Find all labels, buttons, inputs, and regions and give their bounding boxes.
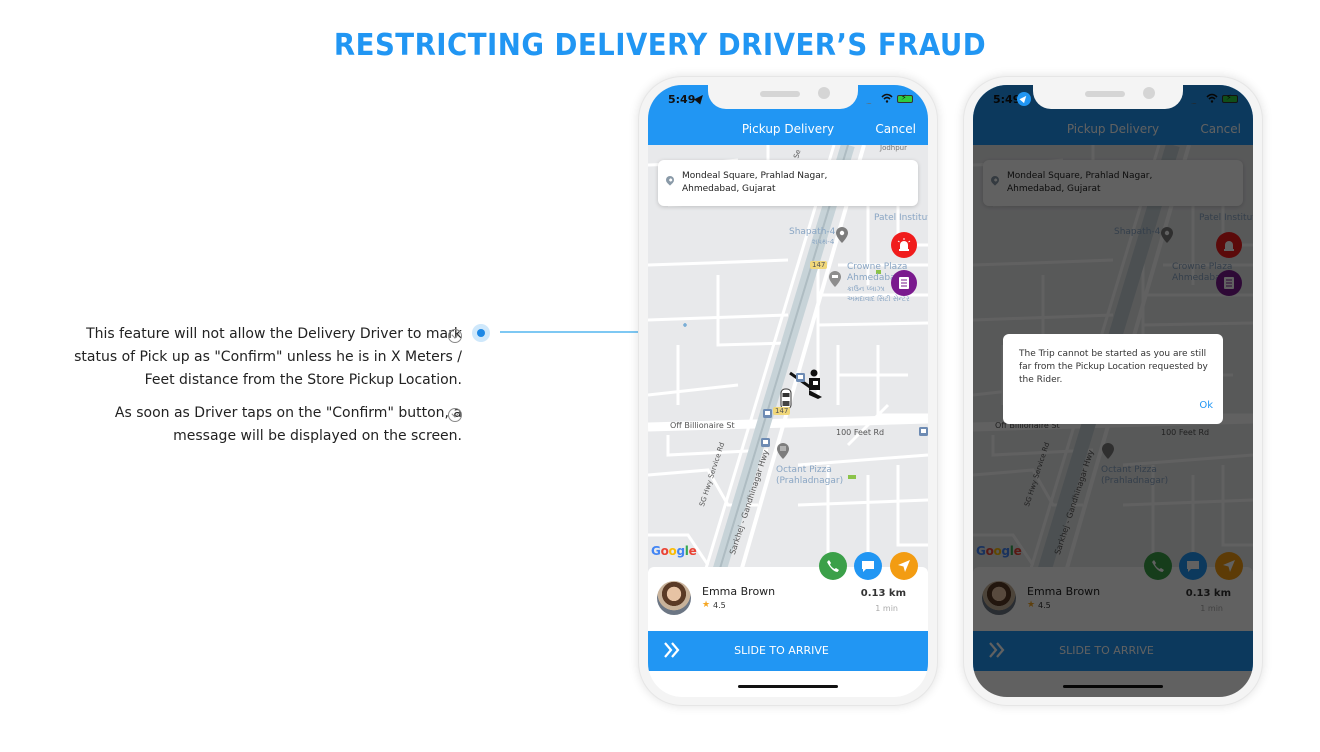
description-line: As soon as Driver taps on the "Confirm" …: [114, 405, 462, 421]
check-circle-icon: [448, 408, 462, 422]
page-title: RESTRICTING DELIVERY DRIVER’S FRAUD: [333, 28, 987, 63]
map-poi-label: (Prahladnagar): [776, 476, 844, 486]
feature-description-2: As soon as Driver taps on the "Confirm" …: [115, 402, 462, 448]
route-badge: 147: [773, 407, 791, 415]
bus-stop-icon: [919, 427, 928, 436]
eta-value: 1 min: [875, 604, 898, 613]
description-line: Feet distance from the Store Pickup Loca…: [144, 372, 462, 388]
bus-stop-icon: [796, 373, 805, 382]
ok-button[interactable]: Ok: [1199, 400, 1213, 411]
delivery-driver-icon: [789, 369, 822, 399]
callout-dot-icon: [472, 324, 490, 342]
hotel-pin-icon: [829, 271, 841, 287]
chat-button[interactable]: [854, 552, 882, 580]
phone-mockup-alert: 5:49 .... Pickup Delivery Cancel: [963, 76, 1263, 706]
phone-screen: 5:49 .... Pickup Delivery Cancel: [973, 85, 1253, 697]
alert-dialog: The Trip cannot be started as you are st…: [1003, 334, 1223, 424]
callout-connector-line: [500, 331, 638, 333]
navigate-button[interactable]: [890, 552, 918, 580]
home-indicator: [738, 685, 838, 688]
check-circle-icon: [448, 329, 462, 343]
rider-name: Emma Brown: [702, 585, 776, 598]
description-line: status of Pick up as "Confirm" unless he…: [74, 349, 462, 365]
status-time: 5:49: [668, 93, 696, 106]
pickup-address-card[interactable]: Mondeal Square, Prahlad Nagar, Ahmedabad…: [658, 160, 918, 206]
location-arrow-icon: [694, 92, 706, 105]
bus-stop-icon: [761, 438, 770, 447]
location-arrow-icon: [1017, 92, 1031, 106]
nav-bar: Pickup Delivery Cancel: [648, 115, 928, 145]
clipboard-icon: [899, 277, 909, 289]
wifi-icon: [881, 93, 893, 103]
restaurant-pin-icon: [777, 443, 789, 459]
map-poi-label: શપથ-4: [812, 238, 835, 246]
alert-message: The Trip cannot be started as you are st…: [1019, 349, 1208, 385]
map-poi-label: Shapath-4: [789, 227, 836, 237]
map-pin-icon: [836, 227, 848, 243]
distance-value: 0.13 km: [860, 588, 906, 599]
address-line-2: Ahmedabad, Gujarat: [682, 184, 776, 194]
street-label: Off Billionaire St: [670, 421, 735, 430]
star-icon: ★: [702, 600, 711, 610]
bottom-area: [648, 671, 928, 697]
siren-icon: [897, 238, 911, 251]
map-poi-label: Patel Institute: [874, 213, 928, 223]
map-poi-label: Octant Pizza: [776, 465, 832, 475]
bus-stop-icon: [763, 409, 772, 418]
slide-label: SLIDE TO ARRIVE: [734, 644, 829, 657]
cellular-signal-icon: ....: [866, 98, 872, 106]
rider-info-card: Emma Brown ★ 4.5 0.13 km 1 min: [648, 567, 928, 631]
route-badge: 147: [810, 261, 828, 269]
phone-icon: [827, 560, 839, 572]
phone-notch: [708, 85, 858, 109]
description-line: message will be displayed on the screen.: [173, 428, 462, 444]
rider-rating: 4.5: [713, 601, 726, 610]
description-line: This feature will not allow the Delivery…: [86, 326, 462, 342]
chat-icon: [862, 561, 874, 572]
map-poi-label: ક્રાઉન પ્લાઝા: [847, 285, 885, 293]
battery-charging-icon: [897, 93, 913, 103]
sos-button[interactable]: [891, 232, 917, 258]
cancel-button[interactable]: Cancel: [875, 122, 916, 136]
call-button[interactable]: [819, 552, 847, 580]
phone-screen: 5:49 .... Pickup Delivery Cancel: [648, 85, 928, 697]
street-label: 100 Feet Rd: [836, 428, 885, 437]
phone-mockup-pickup: 5:49 .... Pickup Delivery Cancel: [638, 76, 938, 706]
map-label: Jodhpur: [880, 145, 907, 152]
slide-to-arrive-slider[interactable]: SLIDE TO ARRIVE: [648, 631, 928, 671]
navigation-icon: [898, 560, 910, 572]
address-line-1: Mondeal Square, Prahlad Nagar,: [682, 171, 828, 181]
map-view[interactable]: Se Jodhpur Patel Institute Shapath-4 શપથ…: [648, 145, 928, 575]
google-logo: Google: [651, 544, 697, 558]
rider-avatar: [657, 581, 691, 615]
order-details-button[interactable]: [891, 270, 917, 296]
pickup-address: Mondeal Square, Prahlad Nagar, Ahmedabad…: [682, 170, 827, 196]
location-pin-icon: [664, 174, 676, 186]
map-roads: [648, 145, 928, 575]
feature-description-1: This feature will not allow the Delivery…: [74, 323, 462, 392]
phone-notch: [1033, 85, 1183, 109]
